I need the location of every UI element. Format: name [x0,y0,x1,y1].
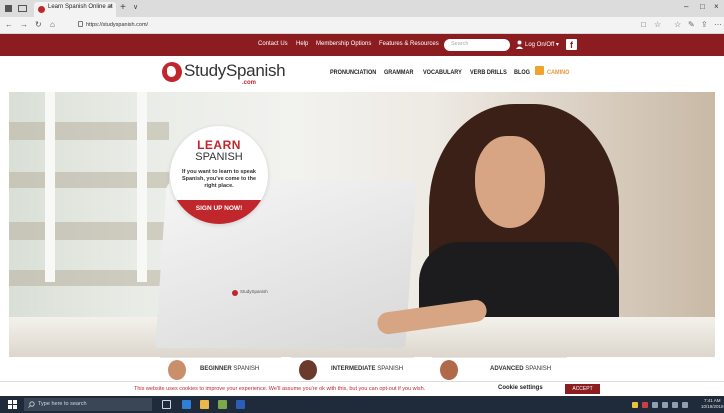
callout-heading: LEARN [197,138,241,152]
share-icon[interactable]: ⇪ [701,20,708,29]
site-top-bar: Contact Us Help Membership Options Featu… [0,34,724,56]
battery-icon[interactable] [672,402,678,408]
search-placeholder: Search [451,41,469,47]
user-icon [516,40,523,49]
sign-up-button[interactable]: SIGN UP NOW! [170,200,268,224]
hero-banner [9,92,715,357]
advanced-spanish-card[interactable]: ADVANCED SPANISH [432,357,567,381]
lock-icon [78,21,83,27]
favorite-star-icon[interactable]: ☆ [654,20,661,29]
membership-options-link[interactable]: Membership Options [316,41,371,47]
reading-view-icon[interactable]: □ [641,20,646,29]
close-window-button[interactable]: × [714,2,719,11]
home-icon[interactable]: ⌂ [50,20,55,29]
new-tab-button[interactable]: + [120,2,126,13]
address-bar-row: ← → ↻ ⌂ https://studyspanish.com/ □ ☆ ☆ … [0,17,724,34]
beginner-avatar [168,360,186,380]
site-logo-text[interactable]: StudySpanish [184,61,286,81]
beginner-label: BEGINNER SPANISH [200,366,260,372]
nav-grammar[interactable]: GRAMMAR [384,69,413,76]
nav-camino[interactable]: CAMINO [547,69,569,76]
tab-title: Learn Spanish Online at [48,4,113,10]
taskbar-search-placeholder: Type here to search [38,401,87,407]
laptop-logo-icon [232,290,238,296]
intermediate-avatar [299,360,317,380]
beginner-spanish-card[interactable]: BEGINNER SPANISH [160,357,281,381]
tab-preview-icon[interactable] [18,4,27,13]
features-resources-link[interactable]: Features & Resources [379,41,439,47]
taskbar-search-input[interactable]: Type here to search [24,398,152,411]
store-icon[interactable] [218,400,227,409]
accept-cookies-button[interactable]: ACCEPT [565,384,600,394]
advanced-label: ADVANCED SPANISH [490,366,552,372]
nav-verb-drills[interactable]: VERB DRILLS [470,69,507,76]
help-link[interactable]: Help [296,41,308,47]
browser-tab-strip: Learn Spanish Online at × + ∨ – □ × [0,0,724,17]
edge-browser-icon[interactable] [182,400,191,409]
browser-tab[interactable]: Learn Spanish Online at × [34,2,116,17]
cookie-banner: This website uses cookies to improve you… [0,381,724,396]
file-explorer-icon[interactable] [200,400,209,409]
login-dropdown[interactable]: Log On/Off ▾ [525,41,559,48]
nav-blog[interactable]: BLOG [514,69,530,76]
task-view-icon[interactable] [162,400,171,409]
nav-vocabulary[interactable]: VOCABULARY [423,69,462,76]
url-field[interactable]: https://studyspanish.com/ [86,22,148,28]
refresh-icon[interactable]: ↻ [35,20,42,29]
notification-icon[interactable] [682,402,688,408]
woman-face-shape [475,136,545,228]
sign-up-label: SIGN UP NOW! [195,205,243,212]
camino-icon [535,66,544,75]
callout-subheading: SPANISH [195,151,243,163]
word-icon[interactable] [236,400,245,409]
forward-icon[interactable]: → [20,20,28,29]
tab-close-icon[interactable]: × [109,4,113,10]
intermediate-spanish-card[interactable]: INTERMEDIATE SPANISH [291,357,414,381]
search-input[interactable]: Search [444,39,510,51]
site-header: StudySpanish .com PRONUNCIATION GRAMMAR … [0,56,724,92]
advanced-avatar [440,360,458,380]
taskbar-clock[interactable]: 7:41 AM 10/19/2018 [701,398,724,410]
network-icon[interactable] [652,402,658,408]
cookie-message: This website uses cookies to improve you… [134,386,426,392]
windows-taskbar: Type here to search 7:41 AM 10/19/2018 [0,396,724,413]
intermediate-label: INTERMEDIATE SPANISH [331,366,404,372]
tab-actions-icon[interactable] [4,4,13,13]
studyspanish-logo-icon[interactable] [162,62,182,82]
tab-dropdown-icon[interactable]: ∨ [133,3,138,11]
contact-us-link[interactable]: Contact Us [258,41,288,47]
library-column [137,92,147,282]
site-logo-suffix: .com [242,80,257,86]
cookie-settings-link[interactable]: Cookie settings [498,385,543,391]
back-icon[interactable]: ← [5,20,13,29]
nav-pronunciation[interactable]: PRONUNCIATION [330,69,376,76]
library-column [45,92,55,282]
more-icon[interactable]: ⋯ [714,20,722,29]
windows-start-icon[interactable] [8,400,17,409]
maximize-button[interactable]: □ [700,2,705,11]
volume-icon[interactable] [662,402,668,408]
callout-tagline: If you want to learn to speak Spanish, y… [181,169,257,189]
facebook-icon[interactable]: f [566,39,577,50]
tray-app-icon[interactable] [632,402,638,408]
minimize-button[interactable]: – [684,2,688,11]
clock-date: 10/19/2018 [701,404,724,409]
site-favicon-icon [38,6,45,13]
laptop-logo-text: StudySpanish [240,289,268,294]
search-icon [28,401,35,408]
tray-app-icon[interactable] [642,402,648,408]
web-note-icon[interactable]: ✎ [688,20,695,29]
favorites-hub-icon[interactable]: ☆ [674,20,681,29]
learn-spanish-callout: LEARN SPANISH If you want to learn to sp… [170,126,268,224]
